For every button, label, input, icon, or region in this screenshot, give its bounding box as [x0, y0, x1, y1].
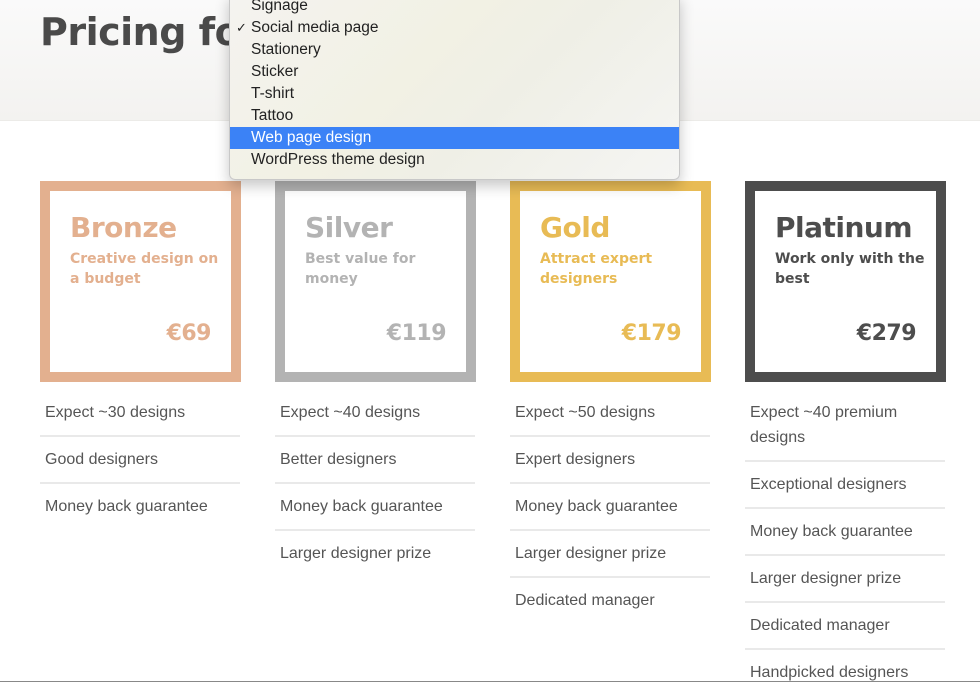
feature-item: Money back guarantee: [275, 484, 475, 531]
dropdown-option-label: Web page design: [251, 129, 372, 146]
feature-list-platinum: Expect ~40 premium designs Exceptional d…: [745, 390, 945, 682]
category-dropdown-menu[interactable]: Signage ✓ Social media page Stationery St…: [229, 0, 680, 180]
feature-item: Expect ~40 premium designs: [745, 390, 945, 462]
feature-item: Money back guarantee: [510, 484, 710, 531]
feature-item: Money back guarantee: [45, 498, 208, 515]
tier-tagline: Creative design on a budget: [70, 251, 219, 287]
tier-card-platinum[interactable]: Platinum Work only with the best €279: [745, 181, 946, 382]
tier-name: Platinum: [775, 211, 913, 244]
tier-name: Silver: [305, 211, 393, 244]
feature-item: Dedicated manager: [745, 603, 945, 650]
feature-item: Larger designer prize: [745, 556, 945, 603]
feature-item: Exceptional designers: [745, 462, 945, 509]
dropdown-option-signage[interactable]: Signage: [230, 0, 679, 17]
feature-item: Larger designer prize: [280, 545, 432, 562]
tier-price: €179: [621, 321, 682, 346]
feature-item: Expert designers: [510, 437, 710, 484]
dropdown-option-t-shirt[interactable]: T-shirt: [230, 83, 679, 105]
feature-item: Expect ~50 designs: [510, 390, 710, 437]
feature-item: Larger designer prize: [510, 531, 710, 578]
tier-name: Gold: [540, 211, 610, 244]
tier-price: €69: [166, 321, 212, 346]
tier-tagline: Best value for money: [305, 251, 416, 287]
feature-item: Expect ~30 designs: [40, 390, 240, 437]
dropdown-option-label: Stationery: [251, 41, 321, 58]
dropdown-option-wordpress-theme-design[interactable]: WordPress theme design: [230, 149, 679, 171]
feature-item: Money back guarantee: [745, 509, 945, 556]
page-title: Pricing for: [40, 10, 259, 54]
dropdown-option-label: Social media page: [251, 19, 379, 36]
tier-card-silver[interactable]: Silver Best value for money €119: [275, 181, 476, 382]
dropdown-option-tattoo[interactable]: Tattoo: [230, 105, 679, 127]
dropdown-option-label: Tattoo: [251, 107, 294, 124]
dropdown-option-social-media-page[interactable]: ✓ Social media page: [230, 17, 679, 39]
feature-list-silver: Expect ~40 designs Better designers Mone…: [275, 390, 475, 576]
dropdown-option-sticker[interactable]: Sticker: [230, 61, 679, 83]
tier-card-bronze[interactable]: Bronze Creative design on a budget €69: [40, 181, 241, 382]
dropdown-option-web-page-design[interactable]: Web page design: [230, 127, 679, 149]
dropdown-option-label: T-shirt: [251, 85, 295, 102]
dropdown-option-label: Signage: [251, 0, 308, 14]
checkmark-icon: ✓: [236, 20, 247, 35]
feature-item: Good designers: [40, 437, 240, 484]
tier-tagline: Attract expert designers: [540, 251, 653, 287]
dropdown-option-label: Sticker: [251, 63, 299, 80]
tier-name: Bronze: [70, 211, 177, 244]
feature-list-bronze: Expect ~30 designs Good designers Money …: [40, 390, 240, 529]
feature-item: Dedicated manager: [515, 592, 655, 609]
feature-item: Handpicked designers: [750, 664, 909, 681]
dropdown-option-label: WordPress theme design: [251, 151, 425, 168]
tier-card-gold[interactable]: Gold Attract expert designers €179: [510, 181, 711, 382]
feature-item: Better designers: [275, 437, 475, 484]
tier-price: €279: [856, 321, 917, 346]
tier-tagline: Work only with the best: [775, 251, 925, 287]
dropdown-option-stationery[interactable]: Stationery: [230, 39, 679, 61]
tier-price: €119: [386, 321, 447, 346]
feature-item: Expect ~40 designs: [275, 390, 475, 437]
feature-list-gold: Expect ~50 designs Expert designers Mone…: [510, 390, 710, 623]
